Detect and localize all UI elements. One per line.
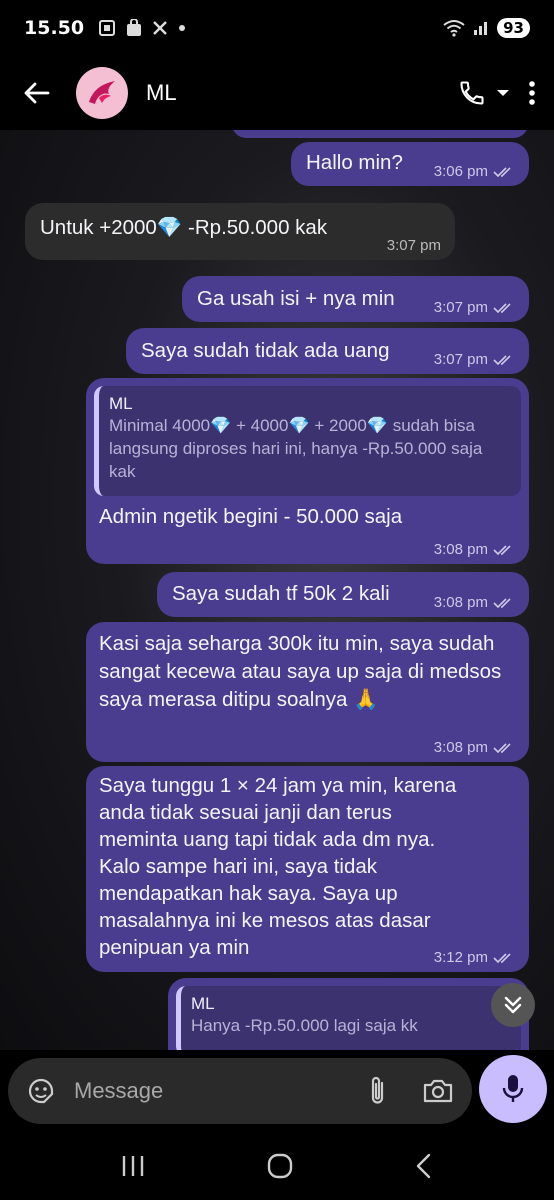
message-text: Saya sudah tf 50k 2 kali <box>172 582 390 605</box>
composer <box>0 1050 554 1132</box>
header-actions <box>458 79 536 107</box>
message-bubble-outgoing[interactable]: Hallo min? 3:06 pm <box>291 142 529 186</box>
signal-icon <box>474 22 488 35</box>
double-check-icon <box>493 302 511 313</box>
message-time: 3:08 pm <box>434 541 515 558</box>
message-bubble-partial <box>232 130 528 138</box>
message-bubble-outgoing[interactable]: Saya sudah tf 50k 2 kali 3:08 pm <box>157 572 529 617</box>
message-time: 3:08 pm <box>434 594 515 611</box>
battery-indicator: 93 <box>497 18 530 38</box>
message-time: 3:06 pm <box>434 163 515 180</box>
message-text: Untuk +2000💎 -Rp.50.000 kak <box>40 216 328 239</box>
dot-icon <box>179 25 186 31</box>
status-bar: 15.50 93 <box>0 0 554 56</box>
contact-name[interactable]: ML <box>146 80 177 106</box>
microphone-icon <box>502 1075 524 1102</box>
message-text: Kasi saja seharga 300k itu min, saya sud… <box>99 632 502 711</box>
bird-logo-icon <box>89 81 115 104</box>
double-check-icon <box>493 544 511 555</box>
wifi-icon <box>443 20 465 37</box>
sticker-icon[interactable] <box>26 1076 56 1106</box>
call-button[interactable] <box>458 79 510 107</box>
quoted-sender: ML <box>109 394 133 413</box>
double-check-icon <box>493 742 511 753</box>
camera-icon[interactable] <box>422 1077 454 1105</box>
arrow-left-icon <box>24 82 50 104</box>
message-time: 3:07 pm <box>386 237 441 254</box>
recent-apps-icon[interactable] <box>120 1154 146 1178</box>
double-check-icon <box>493 597 511 608</box>
x-logo-icon <box>153 21 167 35</box>
message-bubble-outgoing[interactable]: Saya tunggu 1 × 24 jam ya min, karena an… <box>86 766 529 972</box>
message-input[interactable] <box>74 1078 334 1104</box>
double-chevron-down-icon <box>504 996 522 1014</box>
message-text: Hallo min? <box>306 151 403 174</box>
message-bubble-outgoing[interactable]: Saya sudah tidak ada uang 3:07 pm <box>126 328 529 374</box>
quoted-sender: ML <box>191 994 215 1013</box>
message-time: 3:07 pm <box>434 299 515 316</box>
message-bubble-reply[interactable]: ML Minimal 4000💎 + 4000💎 + 2000💎 sudah b… <box>86 378 529 564</box>
message-bubble-incoming[interactable]: Untuk +2000💎 -Rp.50.000 kak 3:07 pm <box>25 203 455 260</box>
double-check-icon <box>493 166 511 177</box>
message-time: 3:12 pm <box>434 949 515 966</box>
home-icon[interactable] <box>266 1152 294 1180</box>
voice-message-button[interactable] <box>479 1055 547 1123</box>
more-options-icon[interactable] <box>528 80 536 106</box>
message-text: Saya sudah tidak ada uang <box>141 339 390 362</box>
message-list[interactable]: Hallo min? 3:06 pm Untuk +2000💎 -Rp.50.0… <box>0 130 554 1050</box>
message-text: Ga usah isi + nya min <box>197 287 395 310</box>
system-navigation-bar <box>0 1132 554 1200</box>
message-input-container <box>8 1058 472 1124</box>
message-time: 3:07 pm <box>434 351 515 368</box>
quoted-text: Hanya -Rp.50.000 lagi saja kk <box>191 1016 418 1035</box>
quoted-message[interactable]: ML Hanya -Rp.50.000 lagi saja kk <box>176 986 521 1050</box>
chevron-down-icon <box>497 90 509 96</box>
message-bubble-reply[interactable]: ML Hanya -Rp.50.000 lagi saja kk <box>168 978 529 1050</box>
back-button[interactable] <box>18 75 54 111</box>
message-time: 3:08 pm <box>434 739 515 756</box>
screenshot-icon <box>99 20 116 36</box>
back-nav-icon[interactable] <box>414 1153 434 1179</box>
message-bubble-outgoing[interactable]: Ga usah isi + nya min 3:07 pm <box>182 276 529 322</box>
notification-icons <box>98 19 186 37</box>
double-check-icon <box>493 952 511 963</box>
status-right: 93 <box>443 18 530 38</box>
phone-icon <box>460 81 484 105</box>
scroll-to-bottom-button[interactable] <box>491 983 535 1027</box>
paperclip-icon[interactable] <box>368 1075 388 1107</box>
message-text: Saya tunggu 1 × 24 jam ya min, karena an… <box>99 774 457 959</box>
chat-header: ML <box>0 56 554 130</box>
status-time: 15.50 <box>24 17 85 39</box>
message-bubble-outgoing[interactable]: Kasi saja seharga 300k itu min, saya sud… <box>86 622 529 762</box>
quoted-text: Minimal 4000💎 + 4000💎 + 2000💎 sudah bisa… <box>109 416 483 481</box>
composer-actions <box>368 1075 454 1107</box>
quoted-message[interactable]: ML Minimal 4000💎 + 4000💎 + 2000💎 sudah b… <box>94 386 521 496</box>
contact-avatar[interactable] <box>76 67 128 119</box>
shopping-bag-icon <box>127 19 142 36</box>
message-text: Admin ngetik begini - 50.000 saja <box>99 505 403 528</box>
double-check-icon <box>493 354 511 365</box>
